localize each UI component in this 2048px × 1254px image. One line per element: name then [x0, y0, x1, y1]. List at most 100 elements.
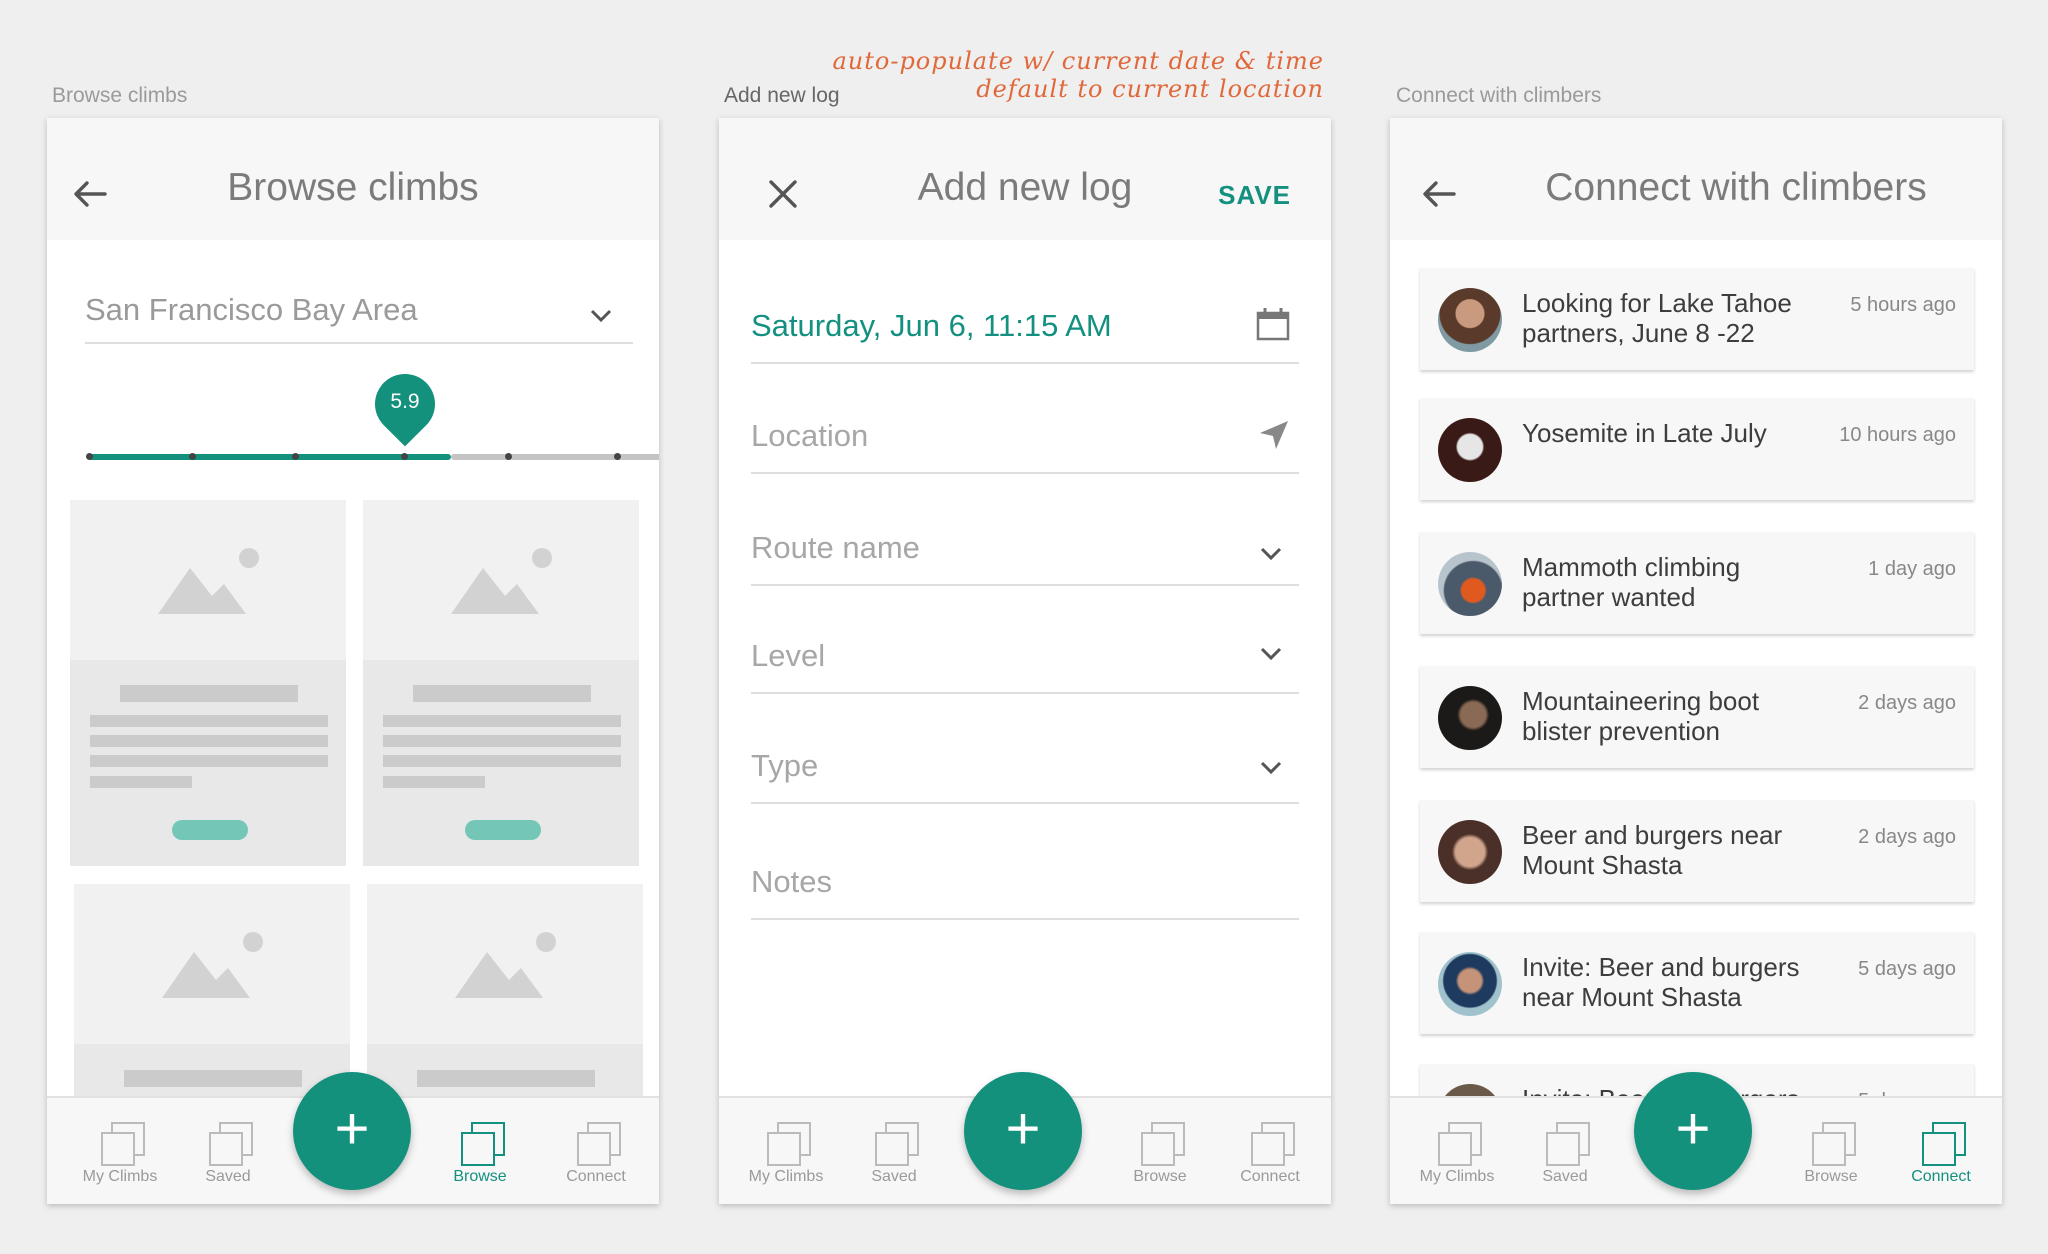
nav-label: My Climbs: [748, 1168, 824, 1185]
title-placeholder: [417, 1070, 595, 1087]
post-time: 2 days ago: [1858, 826, 1956, 848]
post-card[interactable]: Yosemite in Late July 10 hours ago: [1420, 398, 1974, 500]
avatar: [1438, 820, 1502, 884]
nav-my-climbs[interactable]: My Climbs: [731, 1120, 841, 1186]
level-select[interactable]: Level: [751, 638, 1299, 694]
post-card[interactable]: Mammoth climbing partner wanted 1 day ag…: [1420, 532, 1974, 634]
stack-icon: [1434, 1120, 1482, 1166]
notes-field[interactable]: Notes: [751, 864, 1299, 920]
post-title: Mammoth climbing partner wanted: [1522, 552, 1741, 612]
app-bar: Add new log SAVE: [719, 118, 1331, 240]
page-title: Connect with climbers: [1545, 166, 1927, 209]
slider-track-remaining: [451, 454, 659, 460]
slider-tick: [401, 453, 408, 460]
route-name-select[interactable]: Route name: [751, 530, 1299, 586]
nav-label: Saved: [871, 1168, 917, 1185]
nav-label: Connect: [1911, 1168, 1971, 1185]
climb-card[interactable]: [363, 500, 639, 866]
post-card[interactable]: Invite: Beer and burgers near Mount Shas…: [1420, 932, 1974, 1034]
image-icon: [451, 548, 552, 614]
level-placeholder: Level: [751, 638, 826, 673]
nav-connect[interactable]: Connect: [1886, 1120, 1996, 1186]
navigation-arrow-icon[interactable]: [1257, 418, 1291, 452]
nav-saved[interactable]: Saved: [1510, 1120, 1620, 1186]
chevron-down-icon: [1260, 647, 1282, 661]
nav-my-climbs[interactable]: My Climbs: [65, 1120, 175, 1186]
nav-my-climbs[interactable]: My Climbs: [1402, 1120, 1512, 1186]
nav-label: Browse: [1133, 1168, 1187, 1185]
post-time: 10 hours ago: [1839, 424, 1956, 446]
climb-card[interactable]: [74, 884, 350, 1104]
type-select[interactable]: Type: [751, 748, 1299, 804]
type-placeholder: Type: [751, 748, 819, 783]
post-card[interactable]: Mountaineering boot blister prevention 2…: [1420, 666, 1974, 768]
add-fab-button[interactable]: +: [293, 1072, 411, 1190]
nav-browse[interactable]: Browse: [425, 1120, 535, 1186]
datetime-value: Saturday, Jun 6, 11:15 AM: [751, 308, 1112, 343]
title-placeholder: [413, 685, 591, 702]
location-placeholder: Location: [751, 418, 869, 453]
image-placeholder: [367, 884, 643, 1044]
chevron-down-icon: [1260, 547, 1282, 561]
stack-icon: [1918, 1120, 1966, 1166]
post-time: 5 hours ago: [1850, 294, 1956, 316]
post-card[interactable]: Beer and burgers near Mount Shasta 2 day…: [1420, 800, 1974, 902]
stack-icon: [97, 1120, 145, 1166]
screen-label-browse: Browse climbs: [52, 84, 188, 107]
post-title: Yosemite in Late July: [1522, 418, 1767, 448]
image-icon: [158, 548, 259, 614]
slider-tick: [614, 453, 621, 460]
text-placeholder: [90, 735, 328, 747]
slider-fill: [87, 454, 451, 460]
text-placeholder: [383, 715, 621, 727]
nav-connect[interactable]: Connect: [1215, 1120, 1325, 1186]
stack-icon: [573, 1120, 621, 1166]
post-time: 5 days ago: [1858, 958, 1956, 980]
stack-icon: [763, 1120, 811, 1166]
screen-label-add-log: Add new log: [724, 84, 840, 107]
nav-label: Connect: [566, 1168, 626, 1185]
text-placeholder: [383, 776, 485, 788]
nav-browse[interactable]: Browse: [1776, 1120, 1886, 1186]
post-time: 1 day ago: [1868, 558, 1956, 580]
save-button[interactable]: SAVE: [1218, 180, 1291, 211]
image-icon: [162, 932, 263, 998]
nav-saved[interactable]: Saved: [839, 1120, 949, 1186]
text-placeholder: [383, 735, 621, 747]
text-placeholder: [383, 755, 621, 767]
slider-tick: [505, 453, 512, 460]
image-placeholder: [363, 500, 639, 660]
nav-label: Saved: [205, 1168, 251, 1185]
slider-tick: [189, 453, 196, 460]
text-placeholder: [90, 755, 328, 767]
calendar-icon[interactable]: [1255, 306, 1291, 342]
page-title: Browse climbs: [227, 166, 479, 209]
add-fab-button[interactable]: +: [1634, 1072, 1752, 1190]
add-fab-button[interactable]: +: [964, 1072, 1082, 1190]
button-placeholder[interactable]: [172, 820, 248, 840]
nav-label: Browse: [453, 1168, 507, 1185]
stack-icon: [1137, 1120, 1185, 1166]
post-card[interactable]: Looking for Lake Tahoe partners, June 8 …: [1420, 268, 1974, 370]
stack-icon: [1808, 1120, 1856, 1166]
image-icon: [455, 932, 556, 998]
text-placeholder: [90, 776, 192, 788]
avatar: [1438, 552, 1502, 616]
image-placeholder: [74, 884, 350, 1044]
slider-tick: [86, 453, 93, 460]
button-placeholder[interactable]: [465, 820, 541, 840]
datetime-field[interactable]: Saturday, Jun 6, 11:15 AM: [751, 308, 1299, 364]
text-placeholder: [90, 715, 328, 727]
location-field[interactable]: Location: [751, 418, 1299, 474]
avatar: [1438, 418, 1502, 482]
chevron-down-icon: [590, 309, 612, 323]
nav-saved[interactable]: Saved: [173, 1120, 283, 1186]
climb-card[interactable]: [70, 500, 346, 866]
stack-icon: [871, 1120, 919, 1166]
region-select[interactable]: San Francisco Bay Area: [85, 288, 633, 344]
slider-tick: [292, 453, 299, 460]
nav-connect[interactable]: Connect: [541, 1120, 651, 1186]
nav-browse[interactable]: Browse: [1105, 1120, 1215, 1186]
region-value: San Francisco Bay Area: [85, 292, 418, 327]
climb-card[interactable]: [367, 884, 643, 1104]
